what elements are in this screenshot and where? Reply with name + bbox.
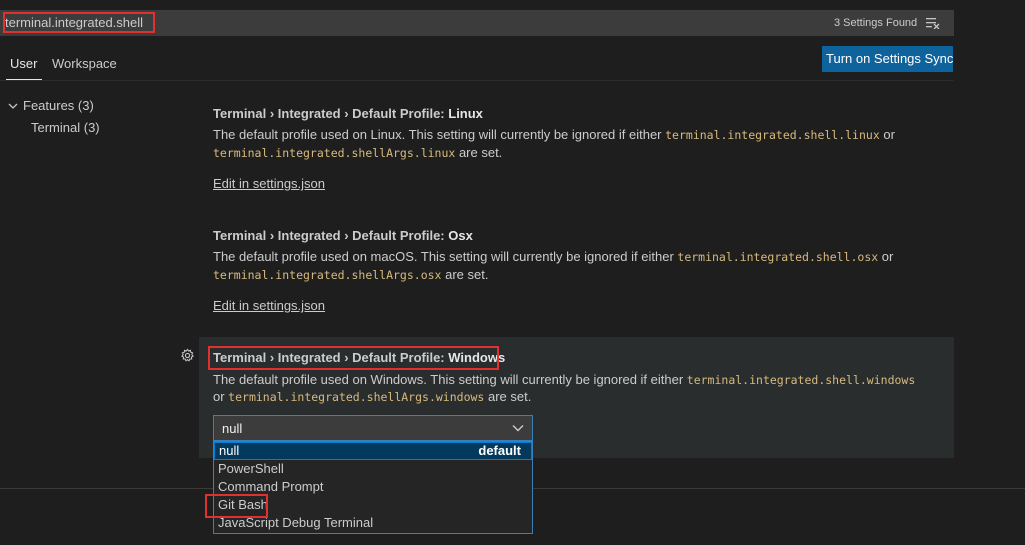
dropdown-option-powershell[interactable]: PowerShell	[214, 460, 532, 478]
edit-in-settings-json-link[interactable]: Edit in settings.json	[213, 175, 325, 193]
chevron-down-icon[interactable]	[512, 423, 524, 433]
setting-title: Terminal › Integrated › Default Profile:…	[213, 227, 473, 245]
setting-category: Terminal › Integrated ›	[213, 228, 353, 243]
code-reference: terminal.integrated.shellArgs.linux	[213, 146, 456, 160]
description-text: or	[878, 249, 894, 264]
gear-icon[interactable]	[180, 348, 195, 363]
dropdown-option-null[interactable]: null default	[214, 442, 532, 460]
description-text: The default profile used on Windows. Thi…	[213, 372, 687, 387]
settings-editor: terminal.integrated.shell 3 Settings Fou…	[0, 0, 1025, 545]
edit-in-settings-json-link[interactable]: Edit in settings.json	[213, 297, 325, 315]
description-text: are set.	[484, 389, 532, 404]
turn-on-settings-sync-button[interactable]: Turn on Settings Sync	[822, 46, 953, 72]
description-text: The default profile used on macOS. This …	[213, 249, 678, 264]
description-text: The default profile used on Linux. This …	[213, 127, 666, 142]
setting-description-line2: terminal.integrated.shellArgs.osx are se…	[213, 266, 488, 284]
toc-item-terminal[interactable]: Terminal (3)	[31, 120, 100, 136]
tab-workspace[interactable]: Workspace	[52, 55, 117, 73]
option-label: null	[219, 443, 240, 458]
select-value: null	[222, 421, 243, 436]
setting-description: The default profile used on Linux. This …	[213, 126, 895, 144]
setting-default-profile-linux: Terminal › Integrated › Default Profile:…	[199, 98, 954, 208]
chevron-down-icon[interactable]	[7, 100, 19, 112]
description-text: or	[213, 389, 229, 404]
default-tag: default	[478, 443, 521, 458]
code-reference: terminal.integrated.shell.osx	[677, 250, 879, 264]
setting-category: Terminal › Integrated ›	[213, 106, 353, 121]
code-reference: terminal.integrated.shell.linux	[665, 128, 880, 142]
tab-user[interactable]: User	[10, 55, 37, 73]
option-highlight-box	[205, 494, 268, 518]
code-reference: terminal.integrated.shell.windows	[686, 373, 916, 387]
setting-key: Default Profile:	[352, 106, 449, 121]
code-reference: terminal.integrated.shellArgs.windows	[228, 390, 485, 404]
setting-key: Default Profile:	[352, 228, 449, 243]
description-text: are set.	[455, 145, 503, 160]
setting-description-line2: or terminal.integrated.shellArgs.windows…	[213, 388, 531, 406]
toc-item-features[interactable]: Features (3)	[23, 98, 94, 114]
header-divider	[0, 80, 954, 81]
default-profile-select[interactable]: null	[213, 415, 533, 441]
setting-description-line2: terminal.integrated.shellArgs.linux are …	[213, 144, 502, 162]
search-bar[interactable]: terminal.integrated.shell 3 Settings Fou…	[0, 10, 954, 36]
setting-title: Terminal › Integrated › Default Profile:…	[213, 105, 483, 123]
title-highlight-box	[208, 346, 499, 370]
setting-key-os: Osx	[448, 228, 473, 243]
setting-description: The default profile used on Windows. Thi…	[213, 371, 915, 389]
description-text: are set.	[441, 267, 489, 282]
setting-key-os: Linux	[448, 106, 483, 121]
description-text: or	[879, 127, 895, 142]
dropdown-options-list: null default PowerShell Command Prompt G…	[213, 441, 533, 534]
clear-filter-icon[interactable]	[926, 17, 940, 29]
results-count-badge: 3 Settings Found	[834, 17, 918, 29]
code-reference: terminal.integrated.shellArgs.osx	[213, 268, 442, 282]
setting-default-profile-osx: Terminal › Integrated › Default Profile:…	[199, 220, 954, 330]
setting-description: The default profile used on macOS. This …	[213, 248, 893, 266]
search-highlight-box	[3, 12, 155, 33]
